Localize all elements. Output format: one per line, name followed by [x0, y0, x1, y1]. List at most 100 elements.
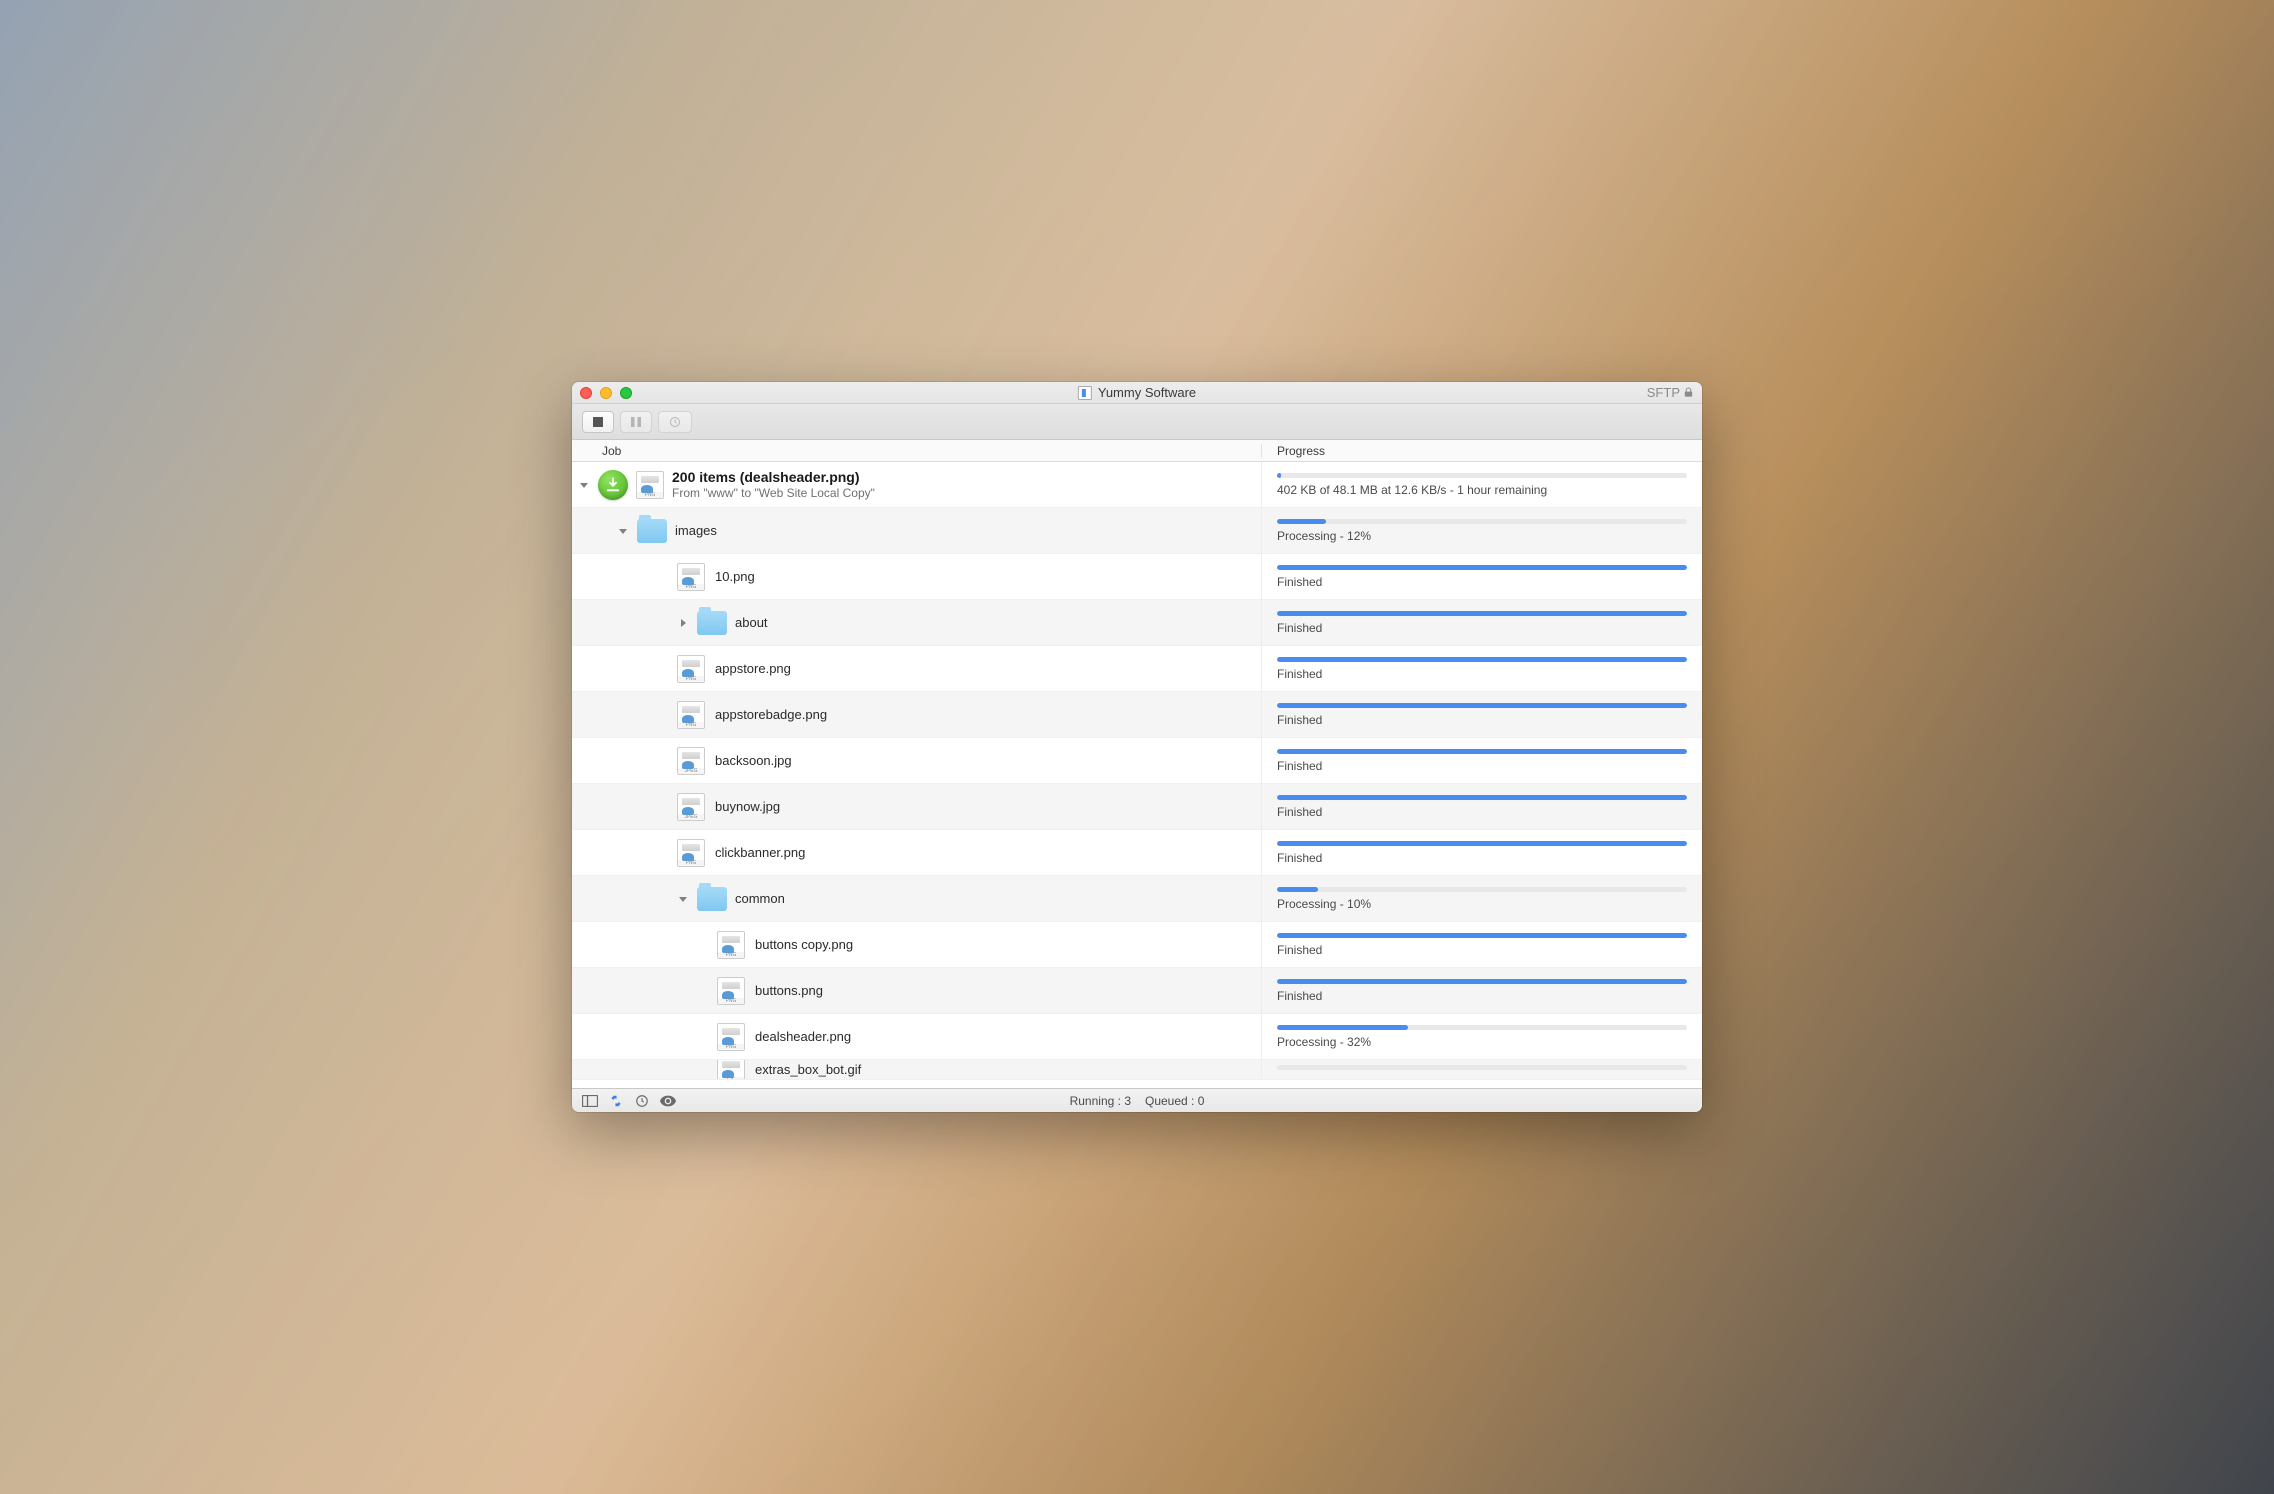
running-label: Running :: [1070, 1094, 1121, 1108]
progress-bar: [1277, 473, 1687, 478]
progress-status: Processing - 10%: [1277, 897, 1687, 911]
clock-icon[interactable]: [634, 1093, 650, 1109]
column-job[interactable]: Job: [572, 444, 1262, 458]
progress-bar: [1277, 979, 1687, 984]
item-name: appstorebadge.png: [715, 707, 827, 722]
job-title: 200 items (dealsheader.png): [672, 469, 875, 485]
file-row[interactable]: PNG appstore.png Finished: [572, 646, 1702, 692]
item-name: common: [735, 891, 785, 906]
file-row[interactable]: PNG10.pngFinished: [572, 554, 1702, 600]
close-button[interactable]: [580, 387, 592, 399]
folder-icon: [697, 887, 727, 911]
pause-icon: [631, 417, 641, 427]
file-icon: GIF: [717, 1060, 745, 1080]
file-row[interactable]: PNGappstorebadge.pngFinished: [572, 692, 1702, 738]
file-icon: PNG: [717, 977, 745, 1005]
file-row[interactable]: PNG clickbanner.png Finished: [572, 830, 1702, 876]
statusbar: Running : 3 Queued : 0: [572, 1088, 1702, 1112]
item-name: clickbanner.png: [715, 845, 805, 860]
job-info: 200 items (dealsheader.png) From "www" t…: [672, 469, 875, 500]
transfer-list[interactable]: PNG 200 items (dealsheader.png) From "ww…: [572, 462, 1702, 1088]
item-name: backsoon.jpg: [715, 753, 792, 768]
item-name: 10.png: [715, 569, 755, 584]
item-name: images: [675, 523, 717, 538]
progress-status: 402 KB of 48.1 MB at 12.6 KB/s - 1 hour …: [1277, 483, 1687, 497]
download-badge-icon: [598, 470, 628, 500]
statusbar-counts: Running : 3 Queued : 0: [1070, 1094, 1205, 1108]
progress-status: Finished: [1277, 805, 1687, 819]
progress-status: Finished: [1277, 575, 1687, 589]
app-window: Yummy Software SFTP Job Progress: [572, 382, 1702, 1112]
disclosure-triangle[interactable]: [578, 479, 590, 491]
disclosure-triangle[interactable]: [677, 617, 689, 629]
stop-icon: [593, 417, 603, 427]
progress-status: Finished: [1277, 943, 1687, 957]
file-icon: JPEG: [677, 747, 705, 775]
progress-status: Finished: [1277, 851, 1687, 865]
job-row-main[interactable]: PNG 200 items (dealsheader.png) From "ww…: [572, 462, 1702, 508]
folder-row[interactable]: images Processing - 12%: [572, 508, 1702, 554]
file-icon: PNG: [717, 931, 745, 959]
file-icon: PNG: [677, 839, 705, 867]
file-icon: PNG: [677, 701, 705, 729]
queued-label: Queued :: [1145, 1094, 1194, 1108]
file-row[interactable]: PNGbuttons copy.pngFinished: [572, 922, 1702, 968]
progress-bar: [1277, 1065, 1687, 1070]
file-row[interactable]: PNGdealsheader.pngProcessing - 32%: [572, 1014, 1702, 1060]
file-row[interactable]: GIF extras_box_bot.gif: [572, 1060, 1702, 1080]
progress-status: Finished: [1277, 621, 1687, 635]
progress-bar: [1277, 703, 1687, 708]
connection-type: SFTP: [1647, 385, 1694, 400]
queued-count: 0: [1198, 1094, 1205, 1108]
item-name: extras_box_bot.gif: [755, 1062, 861, 1077]
file-icon: PNG: [677, 655, 705, 683]
item-name: about: [735, 615, 768, 630]
folder-row[interactable]: about Finished: [572, 600, 1702, 646]
progress-bar: [1277, 657, 1687, 662]
item-name: buynow.jpg: [715, 799, 780, 814]
sidebar-toggle-icon[interactable]: [582, 1093, 598, 1109]
column-progress[interactable]: Progress: [1262, 444, 1702, 458]
maximize-button[interactable]: [620, 387, 632, 399]
item-name: appstore.png: [715, 661, 791, 676]
progress-status: Finished: [1277, 989, 1687, 1003]
progress-bar: [1277, 933, 1687, 938]
stop-button[interactable]: [582, 411, 614, 433]
item-name: buttons.png: [755, 983, 823, 998]
progress-bar: [1277, 749, 1687, 754]
minimize-button[interactable]: [600, 387, 612, 399]
running-count: 3: [1124, 1094, 1131, 1108]
progress-status: Finished: [1277, 759, 1687, 773]
toolbar: [572, 404, 1702, 440]
lock-icon: [1683, 387, 1694, 398]
window-title-group: Yummy Software: [1078, 385, 1196, 400]
folder-icon: [697, 611, 727, 635]
progress-bar: [1277, 565, 1687, 570]
file-row[interactable]: JPEG backsoon.jpg Finished: [572, 738, 1702, 784]
titlebar: Yummy Software SFTP: [572, 382, 1702, 404]
window-title: Yummy Software: [1098, 385, 1196, 400]
file-row[interactable]: JPEGbuynow.jpgFinished: [572, 784, 1702, 830]
column-header: Job Progress: [572, 440, 1702, 462]
pause-button[interactable]: [620, 411, 652, 433]
disclosure-triangle[interactable]: [677, 893, 689, 905]
eye-icon[interactable]: [660, 1093, 676, 1109]
file-icon: PNG: [636, 471, 664, 499]
folder-row[interactable]: common Processing - 10%: [572, 876, 1702, 922]
file-row[interactable]: PNG buttons.png Finished: [572, 968, 1702, 1014]
sync-icon[interactable]: [608, 1093, 624, 1109]
file-icon: PNG: [717, 1023, 745, 1051]
disclosure-triangle[interactable]: [617, 525, 629, 537]
job-subtitle: From "www" to "Web Site Local Copy": [672, 486, 875, 500]
progress-status: Processing - 12%: [1277, 529, 1687, 543]
progress-bar: [1277, 795, 1687, 800]
item-name: dealsheader.png: [755, 1029, 851, 1044]
history-button[interactable]: [658, 411, 692, 433]
progress-bar: [1277, 841, 1687, 846]
progress-bar: [1277, 519, 1687, 524]
progress-bar: [1277, 611, 1687, 616]
protocol-label: SFTP: [1647, 385, 1680, 400]
folder-icon: [637, 519, 667, 543]
progress-bar: [1277, 1025, 1687, 1030]
progress-status: Finished: [1277, 667, 1687, 681]
